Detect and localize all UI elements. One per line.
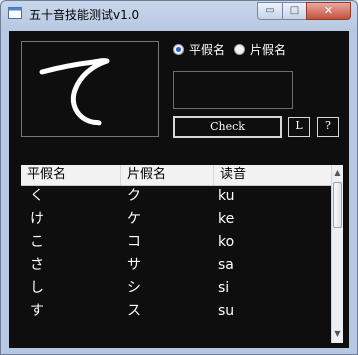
table-row[interactable]: く ク ku [21, 185, 331, 208]
cell-katakana: サ [127, 257, 141, 273]
maximize-button[interactable]: □ [282, 2, 307, 20]
cell-hiragana: く [30, 188, 44, 204]
main-panel: 平假名 片假名 Check L ? 平假名 片假名 读音 く ク ku け ケ [9, 31, 349, 348]
katakana-radio-label: 片假名 [250, 43, 287, 57]
radio-unselected-indicator[interactable] [234, 44, 245, 55]
cell-reading: su [218, 303, 235, 319]
minimize-button[interactable]: ▭ [257, 2, 283, 20]
table-row[interactable]: こ コ ko [21, 231, 331, 254]
katakana-radio[interactable]: 片假名 [234, 41, 286, 58]
cell-katakana: ク [127, 188, 141, 204]
column-header-katakana[interactable]: 片假名 [121, 165, 214, 185]
close-button[interactable]: ✕ [306, 2, 351, 20]
table-row[interactable]: し シ si [21, 277, 331, 300]
cell-reading: ke [218, 211, 235, 227]
title-bar[interactable]: 五十音技能测试v1.0 ▭ □ ✕ [1, 1, 357, 27]
scroll-down-icon[interactable]: ▼ [332, 327, 343, 341]
scroll-thumb[interactable] [333, 182, 342, 228]
cell-hiragana: し [30, 280, 44, 296]
column-header-reading[interactable]: 读音 [214, 165, 331, 185]
cell-hiragana: さ [30, 257, 44, 273]
window-title: 五十音技能测试v1.0 [29, 8, 140, 22]
hiragana-radio-label: 平假名 [189, 43, 226, 57]
answer-field[interactable] [173, 71, 293, 109]
handwritten-kana-te [39, 58, 110, 126]
cell-katakana: ケ [127, 211, 141, 227]
cell-katakana: コ [127, 234, 141, 250]
table-header: 平假名 片假名 读音 [21, 165, 331, 186]
cell-hiragana: す [30, 303, 44, 319]
radio-selected-indicator[interactable] [173, 44, 184, 55]
scroll-up-icon[interactable]: ▲ [332, 166, 343, 180]
table-row[interactable]: す ス su [21, 300, 331, 323]
kana-table[interactable]: 平假名 片假名 读音 く ク ku け ケ ke こ コ ko さ サ sa し… [21, 165, 343, 343]
app-window: 五十音技能测试v1.0 ▭ □ ✕ 平假名 片假名 Check L ? 平假名 … [0, 0, 358, 355]
cell-reading: ku [218, 188, 235, 204]
cell-reading: sa [218, 257, 234, 273]
cell-reading: ko [218, 234, 235, 250]
hiragana-radio[interactable]: 平假名 [173, 41, 225, 58]
l-button[interactable]: L [288, 117, 310, 137]
cell-katakana: ス [127, 303, 141, 319]
cell-hiragana: こ [30, 234, 44, 250]
column-header-hiragana[interactable]: 平假名 [21, 165, 121, 185]
handwriting-canvas[interactable] [21, 41, 159, 137]
cell-hiragana: け [30, 211, 44, 227]
app-window-icon [8, 7, 22, 19]
cell-reading: si [218, 280, 230, 296]
cell-katakana: シ [127, 280, 141, 296]
help-button[interactable]: ? [317, 117, 339, 137]
table-row[interactable]: さ サ sa [21, 254, 331, 277]
table-scrollbar[interactable]: ▲ ▼ [331, 165, 343, 343]
check-button[interactable]: Check [173, 116, 282, 138]
table-row[interactable]: け ケ ke [21, 208, 331, 231]
